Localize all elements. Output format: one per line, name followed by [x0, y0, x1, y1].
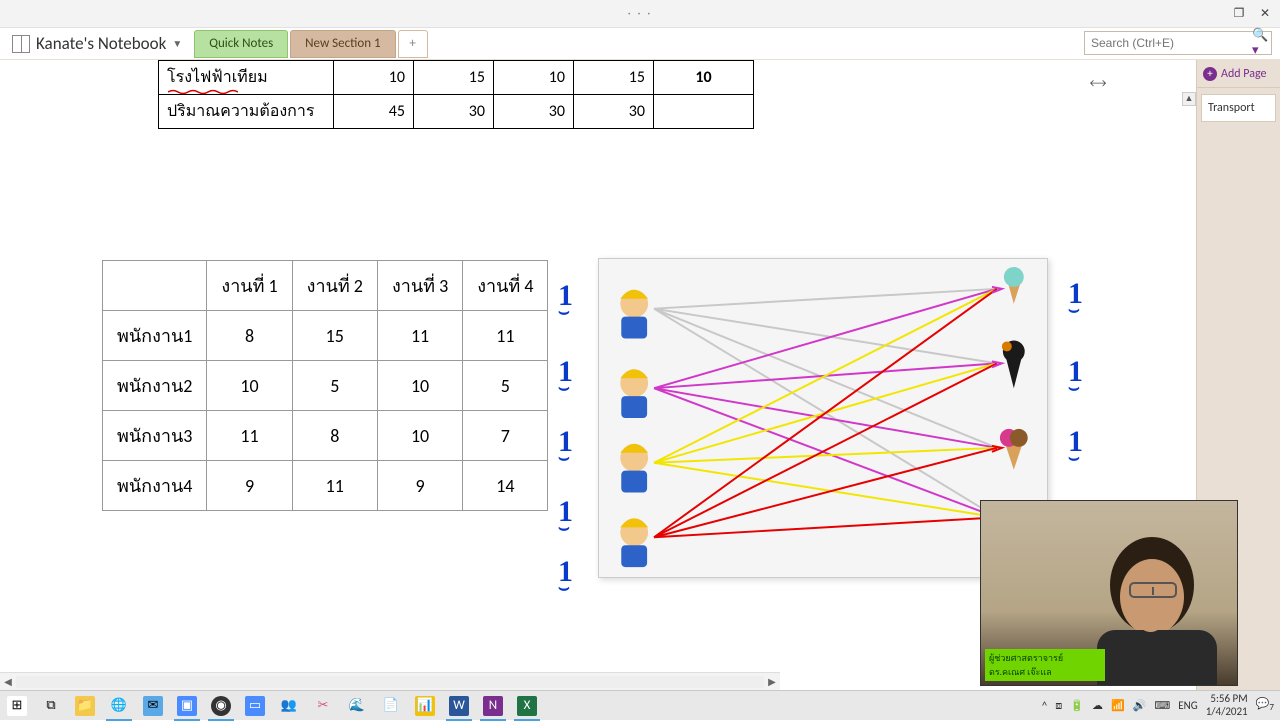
onedrive-icon[interactable]: ☁	[1092, 699, 1103, 712]
search-input[interactable]	[1085, 36, 1252, 50]
taskbar[interactable]: ⊞ ⧉ 📁 🌐 ✉ ▣ ◉ ▭ 👥 ✂ 🌊 📄 📊 W N X ^ ⧈ 🔋 ☁ …	[0, 690, 1280, 720]
supply-table: โรงไฟฟ้าเทียม 10 15 10 15 10 ปริมาณความต…	[158, 60, 754, 129]
powerbi-icon[interactable]: 📊	[408, 691, 442, 721]
language-indicator[interactable]: ENG	[1178, 699, 1197, 712]
dropbox-icon[interactable]: ⧈	[1055, 699, 1062, 713]
worker-icon	[620, 444, 648, 493]
scrollbar-track[interactable]	[16, 676, 764, 688]
search-box[interactable]: 🔍▾	[1084, 31, 1272, 55]
notebook-icon	[12, 35, 30, 53]
notebook-tab-bar: Kanate's Notebook ▼ Quick Notes New Sect…	[0, 28, 1280, 60]
system-tray[interactable]: ^ ⧈ 🔋 ☁ 📶 🔊 ⌨ ENG 5:56 PM 1/4/2021 💬7	[1042, 693, 1280, 717]
scroll-right-icon[interactable]: ▶	[764, 675, 780, 688]
page-item-transport[interactable]: Transport	[1201, 94, 1276, 122]
clock[interactable]: 5:56 PM 1/4/2021	[1206, 693, 1248, 717]
obs-icon[interactable]: ◉	[204, 691, 238, 721]
word-icon[interactable]: W	[442, 691, 476, 721]
search-icon[interactable]: 🔍▾	[1252, 28, 1274, 58]
horizontal-scrollbar[interactable]: ◀ ▶	[0, 672, 780, 690]
add-section-button[interactable]: +	[398, 30, 428, 58]
onenote-icon[interactable]: N	[476, 691, 510, 721]
icecream-icon	[1002, 340, 1025, 388]
mail-icon[interactable]: ✉	[136, 691, 170, 721]
collapsed-ribbon-indicator[interactable]: · · ·	[628, 7, 653, 21]
tab-quick-notes[interactable]: Quick Notes	[194, 30, 288, 58]
table-row: พนักงาน2105105	[103, 361, 548, 411]
presenter-name-label: ผู้ช่วยศาสตราจารย์ ดร.คเณศ เจ๊ะแล	[985, 649, 1105, 681]
spellcheck-underline	[168, 84, 238, 90]
fullscreen-icon[interactable]: ⤢	[1086, 72, 1108, 94]
title-bar: · · · ❐ ✕	[0, 0, 1280, 28]
ink-mark-1: 1⌣	[558, 560, 573, 594]
ink-mark-1: 1⌣	[558, 500, 573, 534]
volume-icon[interactable]: 🔊	[1133, 699, 1147, 712]
teams-icon[interactable]: 👥	[272, 691, 306, 721]
table-row: พนักงาน3118107	[103, 411, 548, 461]
start-button[interactable]: ⊞	[0, 691, 34, 721]
worker-icon	[620, 290, 648, 339]
ink-mark-1: 1⌣	[558, 430, 573, 464]
notebook-title[interactable]: Kanate's Notebook	[36, 33, 166, 54]
worker-icon	[620, 369, 648, 418]
snip-icon[interactable]: ✂	[306, 691, 340, 721]
icecream-icon	[1000, 429, 1028, 470]
ink-mark-1: 1⌣	[1068, 282, 1083, 316]
notepad-icon[interactable]: 📄	[374, 691, 408, 721]
ink-mark-1: 1⌣	[1068, 360, 1083, 394]
add-page-button[interactable]: +Add Page	[1197, 60, 1280, 88]
chrome-icon[interactable]: 🌐	[102, 691, 136, 721]
file-explorer-icon[interactable]: 📁	[68, 691, 102, 721]
table-row: พนักงาน4911914	[103, 461, 548, 511]
table-row: พนักงาน18151111	[103, 311, 548, 361]
notifications-icon[interactable]: 💬7	[1256, 697, 1274, 713]
tab-new-section-1[interactable]: New Section 1	[290, 30, 395, 58]
battery-icon[interactable]: 🔋	[1070, 699, 1084, 712]
webcam-overlay: ผู้ช่วยศาสตราจารย์ ดร.คเณศ เจ๊ะแล	[980, 500, 1238, 686]
ink-mark-1: 1⌣	[558, 360, 573, 394]
zoom-icon[interactable]: ▣	[170, 691, 204, 721]
scroll-up-button[interactable]: ▲	[1182, 92, 1196, 106]
wifi-icon[interactable]: 📶	[1111, 699, 1125, 712]
worker-icon	[620, 518, 648, 567]
excel-icon[interactable]: X	[510, 691, 544, 721]
icecream-icon	[1004, 267, 1024, 304]
settings-shortcut-icon[interactable]: ▭	[238, 691, 272, 721]
restore-window-icon[interactable]: ❐	[1230, 4, 1248, 22]
ink-mark-1: 1⌣	[558, 284, 573, 318]
touchpad-icon[interactable]: ⌨	[1154, 699, 1170, 712]
notebook-dropdown-icon[interactable]: ▼	[172, 37, 182, 50]
ink-mark-1: 1⌣	[1068, 430, 1083, 464]
tray-overflow-icon[interactable]: ^	[1042, 699, 1047, 712]
assignment-table: งานที่ 1 งานที่ 2 งานที่ 3 งานที่ 4 พนัก…	[102, 260, 548, 511]
row-label: ปริมาณความต้องการ	[159, 95, 334, 129]
table-row: โรงไฟฟ้าเทียม 10 15 10 15 10	[159, 61, 754, 95]
close-window-icon[interactable]: ✕	[1256, 4, 1274, 22]
scroll-left-icon[interactable]: ◀	[0, 675, 16, 688]
edge-icon[interactable]: 🌊	[340, 691, 374, 721]
table-row: ปริมาณความต้องการ 45 30 30 30	[159, 95, 754, 129]
task-view-icon[interactable]: ⧉	[34, 691, 68, 721]
